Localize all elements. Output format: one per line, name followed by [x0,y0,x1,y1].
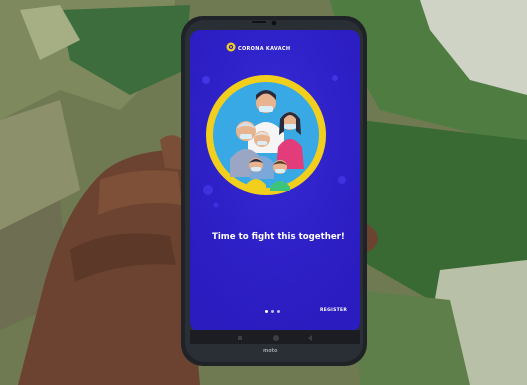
pager-indicator [265,310,283,314]
register-button[interactable]: REGISTER [320,308,347,313]
corona-kavach-logo [226,42,236,52]
phone-brand-logo: moto [263,348,278,354]
onboarding-headline: Time to fight this together! [212,232,345,242]
pager-dot[interactable] [277,310,280,313]
family-illustration [206,75,326,195]
pager-dot[interactable] [265,310,268,313]
pager-dot[interactable] [271,310,274,313]
app-name: CORONA KAVACH [238,46,291,52]
